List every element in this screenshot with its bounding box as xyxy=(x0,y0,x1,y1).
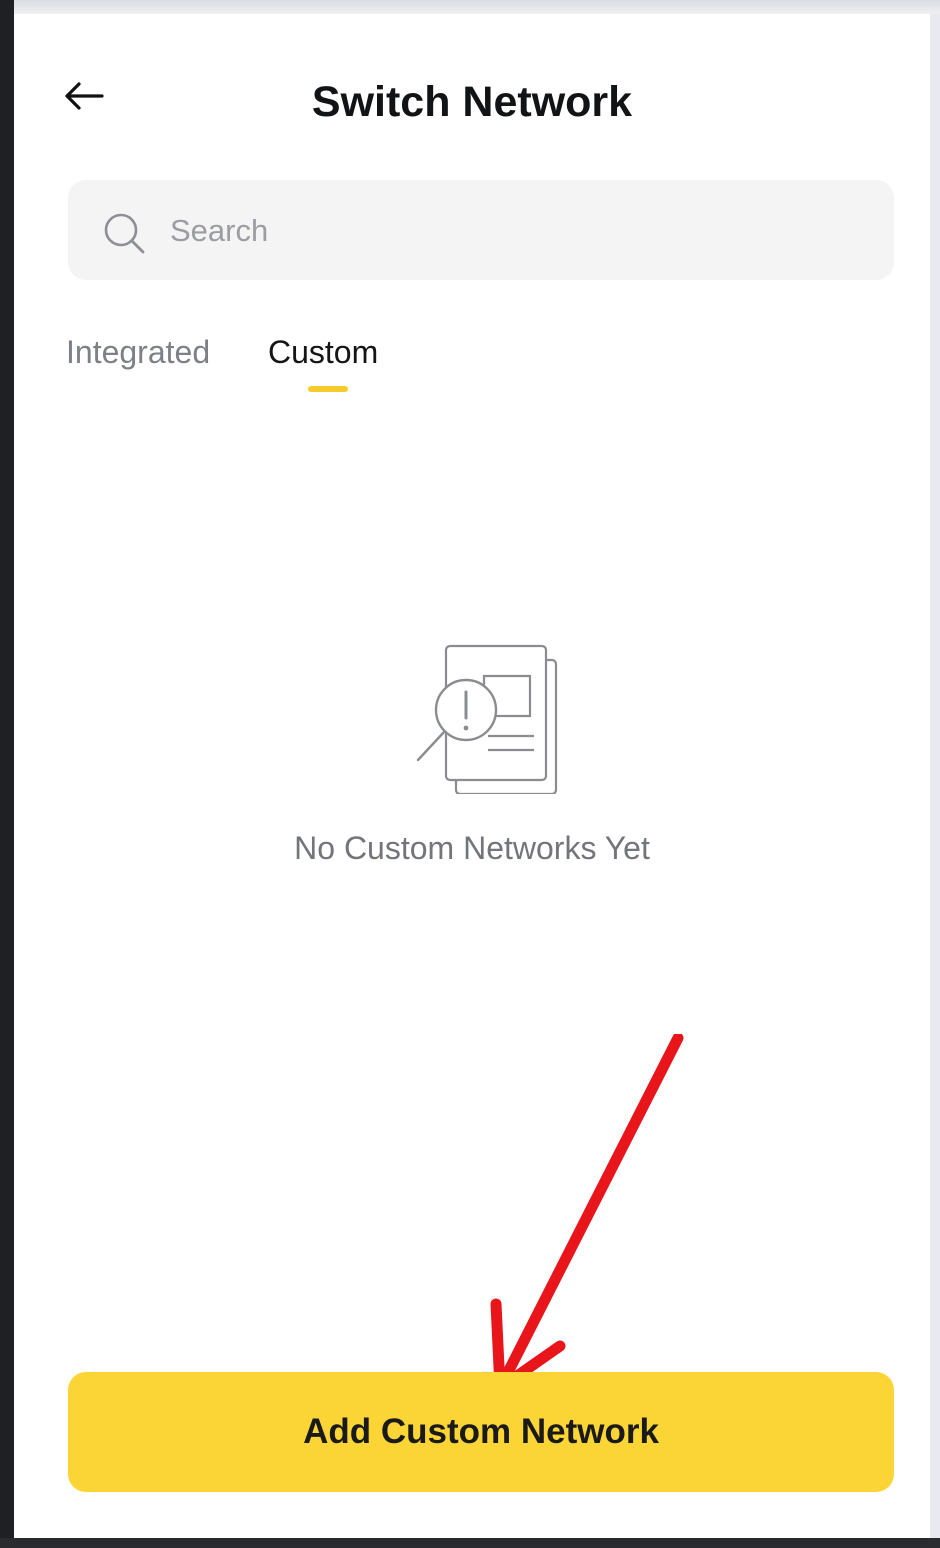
page-title: Switch Network xyxy=(311,78,633,126)
window-left-edge xyxy=(0,0,14,1548)
active-tab-indicator xyxy=(308,386,348,392)
window-top-strip xyxy=(14,0,940,14)
search-box[interactable] xyxy=(68,180,894,280)
window-bottom-edge xyxy=(0,1538,940,1548)
search-input[interactable] xyxy=(168,200,872,262)
empty-state-message: No Custom Networks Yet xyxy=(294,830,650,866)
search-icon xyxy=(104,213,145,254)
switch-network-panel: Switch Network Integrated Custom No Cust… xyxy=(14,14,930,1538)
tab-integrated[interactable]: Integrated xyxy=(66,332,210,372)
document-search-warning-icon xyxy=(416,644,558,794)
add-custom-network-button[interactable]: Add Custom Network xyxy=(68,1372,894,1492)
tab-custom[interactable]: Custom xyxy=(268,332,378,372)
red-arrow-annotation xyxy=(490,1034,684,1394)
window-right-edge xyxy=(930,14,940,1538)
